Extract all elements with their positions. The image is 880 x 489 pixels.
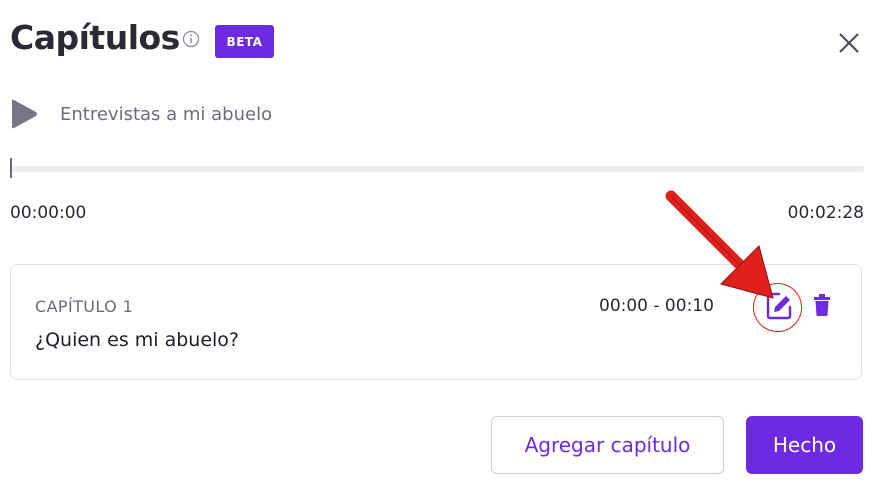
time-end: 00:02:28 — [787, 203, 864, 223]
chapter-title: ¿Quien es mi abuelo? — [35, 329, 240, 351]
info-icon[interactable] — [182, 30, 200, 48]
add-chapter-button[interactable]: Agregar capítulo — [491, 416, 724, 474]
beta-badge: BETA — [215, 25, 274, 58]
chapter-label: CAPÍTULO 1 — [35, 297, 134, 316]
dialog-title: Capítulos — [10, 18, 180, 57]
done-button[interactable]: Hecho — [746, 416, 863, 474]
play-icon[interactable] — [10, 99, 38, 129]
close-icon[interactable] — [836, 30, 862, 56]
timeline-track[interactable] — [10, 166, 864, 172]
track-title: Entrevistas a mi abuelo — [60, 104, 273, 125]
annotation-arrow — [665, 190, 774, 299]
playhead[interactable] — [10, 158, 12, 178]
trash-icon[interactable] — [813, 293, 831, 317]
time-start: 00:00:00 — [10, 203, 87, 223]
